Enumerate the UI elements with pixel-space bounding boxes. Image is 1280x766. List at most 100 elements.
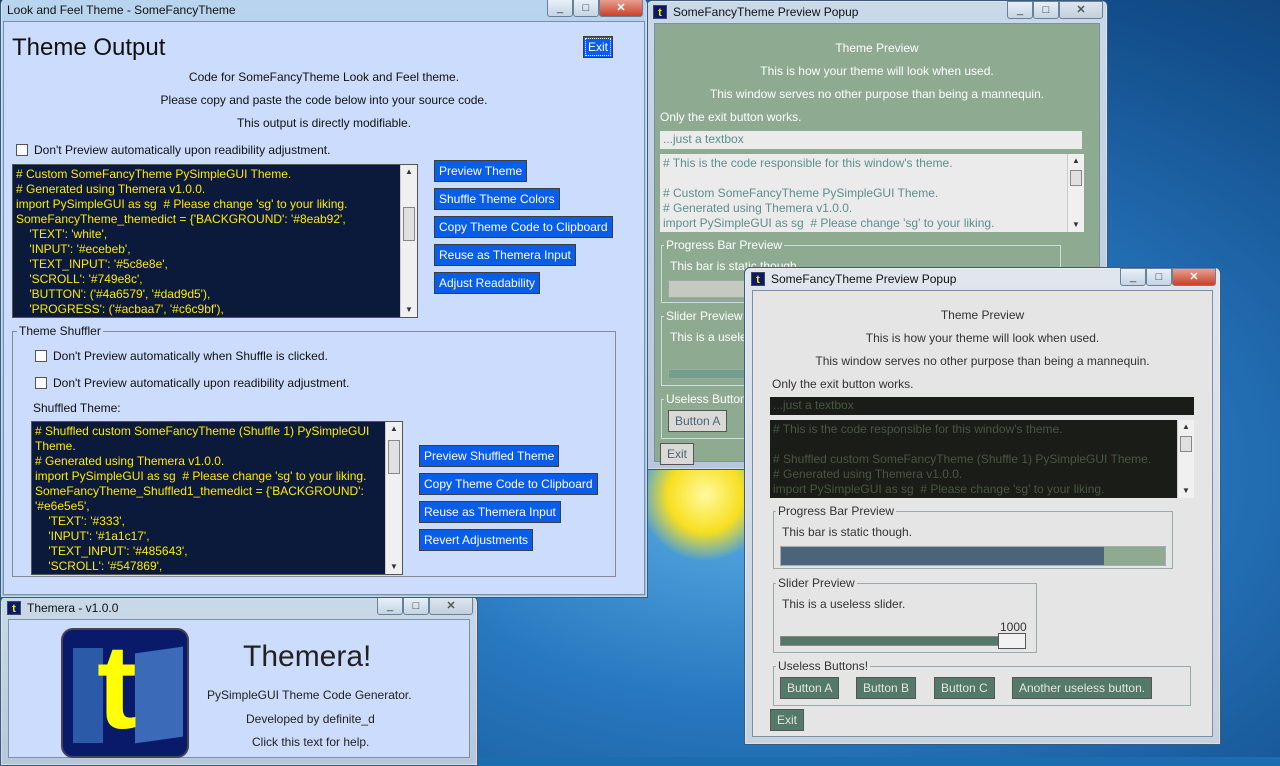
only-exit-text: Only the exit button works. <box>772 377 914 391</box>
scroll-up-icon[interactable]: ▲ <box>1178 420 1194 434</box>
logo-letter: t <box>97 628 137 754</box>
slider-track[interactable] <box>780 636 1026 646</box>
scroll-thumb[interactable] <box>388 440 400 474</box>
page-title: Theme Output <box>12 34 166 61</box>
shuffled-code-scrollbar[interactable]: ▲ ▼ <box>385 422 402 574</box>
minimize-icon[interactable]: _ <box>1120 268 1146 286</box>
preview-textbox[interactable]: ...just a textbox <box>770 397 1194 415</box>
copy-shuffled-code-button[interactable]: Copy Theme Code to Clipboard <box>419 473 598 495</box>
code-line: import PySimpleGUI as sg # Please change… <box>773 482 1105 496</box>
preview-front-exit-button[interactable]: Exit <box>770 709 805 731</box>
scroll-down-icon[interactable]: ▼ <box>386 560 402 574</box>
preview-back-titlebar[interactable]: t SomeFancyTheme Preview Popup _ □ ✕ <box>647 1 1107 23</box>
scroll-up-icon[interactable]: ▲ <box>401 165 417 179</box>
code-line: 'SCROLL': '#749e8c', <box>16 272 143 286</box>
preview-line1: This is how your theme will look when us… <box>865 331 1100 345</box>
minimize-icon[interactable]: _ <box>1007 1 1033 19</box>
preview-front-window: t SomeFancyTheme Preview Popup _ □ ✕ The… <box>744 267 1221 745</box>
button-a[interactable]: Button A <box>780 677 840 699</box>
scroll-down-icon[interactable]: ▼ <box>401 303 417 317</box>
scroll-thumb[interactable] <box>1180 436 1192 452</box>
scroll-down-icon[interactable]: ▼ <box>1178 484 1194 498</box>
theme-output-client: Theme Output Exit Code for SomeFancyThem… <box>3 21 645 595</box>
scroll-up-icon[interactable]: ▲ <box>1068 154 1084 168</box>
maximize-icon[interactable]: □ <box>403 597 429 615</box>
shuffled-code-box[interactable]: # Shuffled custom SomeFancyTheme (Shuffl… <box>31 421 403 575</box>
dont-preview-shuffle-checkbox[interactable] <box>35 350 47 362</box>
adjust-readability-button[interactable]: Adjust Readability <box>434 272 541 294</box>
output-line2: Please copy and paste the code below int… <box>160 93 488 107</box>
useless-buttons-label: Useless Buttons! <box>776 659 871 673</box>
preview-code-scrollbar[interactable]: ▲ ▼ <box>1177 420 1194 498</box>
maximize-icon[interactable]: □ <box>1033 1 1059 19</box>
maximize-icon[interactable]: □ <box>1146 268 1172 286</box>
preview-textbox[interactable]: ...just a textbox <box>660 131 1082 149</box>
exit-button[interactable]: Exit <box>583 36 614 58</box>
reuse-shuffled-as-input-button[interactable]: Reuse as Themera Input <box>419 501 561 523</box>
slider-frame: Slider Preview This is a useless slider.… <box>773 576 1037 653</box>
revert-adjustments-button[interactable]: Revert Adjustments <box>419 529 534 551</box>
themera-app-icon: t <box>7 601 21 615</box>
theme-code-scrollbar[interactable]: ▲ ▼ <box>400 165 417 317</box>
preview-code-text: # This is the code responsible for this … <box>770 420 1178 498</box>
code-line: 'TEXT': 'white', <box>16 227 108 241</box>
close-icon[interactable]: ✕ <box>1059 1 1103 19</box>
code-line: # This is the code responsible for this … <box>663 156 953 170</box>
scroll-down-icon[interactable]: ▼ <box>1068 218 1084 232</box>
slider-value: 1000 <box>1000 620 1027 634</box>
themera-titlebar[interactable]: t Themera - v1.0.0 _ □ ✕ <box>1 597 477 619</box>
preview-code-box[interactable]: # This is the code responsible for this … <box>660 154 1084 232</box>
preview-code-scrollbar[interactable]: ▲ ▼ <box>1067 154 1084 232</box>
button-c[interactable]: Button C <box>934 677 995 699</box>
code-line: 'SCROLL': '#547869', <box>35 559 163 573</box>
preview-front-client: Theme Preview This is how your theme wil… <box>752 290 1213 737</box>
output-line1: Code for SomeFancyTheme Look and Feel th… <box>188 70 460 84</box>
shuffled-code-text: # Shuffled custom SomeFancyTheme (Shuffl… <box>32 422 386 574</box>
code-line: # Custom SomeFancyTheme PySimpleGUI Them… <box>16 167 292 181</box>
button-a[interactable]: Button A <box>668 410 728 432</box>
dont-preview-shuffle-readability-checkbox[interactable] <box>35 377 47 389</box>
copy-theme-code-button[interactable]: Copy Theme Code to Clipboard <box>434 216 613 238</box>
theme-shuffler-frame: Theme Shuffler Don't Preview automatical… <box>12 324 616 577</box>
scroll-thumb[interactable] <box>1070 170 1082 186</box>
slider-text: This is a useless slider. <box>782 597 906 611</box>
close-icon[interactable]: ✕ <box>599 0 643 17</box>
preview-front-app-icon: t <box>751 272 765 286</box>
code-line: 'INPUT': '#ecebeb', <box>16 242 131 256</box>
preview-front-titlebar[interactable]: t SomeFancyTheme Preview Popup _ □ ✕ <box>745 268 1220 290</box>
close-icon[interactable]: ✕ <box>1172 268 1216 286</box>
reuse-as-input-button[interactable]: Reuse as Themera Input <box>434 244 576 266</box>
maximize-icon[interactable]: □ <box>573 0 599 17</box>
code-line: # Generated using Themera v1.0.0. <box>773 467 963 481</box>
close-icon[interactable]: ✕ <box>429 597 473 615</box>
only-exit-text: Only the exit button works. <box>660 110 802 124</box>
preview-shuffled-theme-button[interactable]: Preview Shuffled Theme <box>419 445 560 467</box>
minimize-icon[interactable]: _ <box>547 0 573 17</box>
preview-back-exit-button[interactable]: Exit <box>660 443 695 465</box>
theme-shuffler-label: Theme Shuffler <box>17 324 103 338</box>
button-b[interactable]: Button B <box>856 677 917 699</box>
progress-bar-fill <box>781 547 1104 565</box>
slider-handle[interactable] <box>998 633 1026 649</box>
themera-help-link[interactable]: Click this text for help. <box>252 735 369 749</box>
dont-preview-readability-checkbox[interactable] <box>16 144 28 156</box>
code-line: import PySimpleGUI as sg # Please change… <box>16 197 348 211</box>
preview-code-text: # This is the code responsible for this … <box>660 154 1068 232</box>
theme-output-titlebar[interactable]: Look and Feel Theme - SomeFancyTheme _ □… <box>1 0 647 21</box>
preview-code-box[interactable]: # This is the code responsible for this … <box>770 420 1194 498</box>
themera-subtitle: PySimpleGUI Theme Code Generator. <box>207 688 412 702</box>
theme-code-box[interactable]: # Custom SomeFancyTheme PySimpleGUI Them… <box>12 164 418 318</box>
themera-client: t Themera! PySimpleGUI Theme Code Genera… <box>8 619 470 758</box>
code-line: SomeFancyTheme_Shuffled1_themedict = {'B… <box>35 484 364 498</box>
another-useless-button[interactable]: Another useless button. <box>1012 677 1153 699</box>
preview-theme-button[interactable]: Preview Theme <box>434 160 528 182</box>
progress-bar <box>780 546 1166 566</box>
scroll-thumb[interactable] <box>403 207 415 241</box>
code-line: 'TEXT_INPUT': '#485643', <box>35 544 188 558</box>
code-line: import PySimpleGUI as sg # Please change… <box>35 469 367 483</box>
theme-preview-heading: Theme Preview <box>835 41 919 55</box>
scroll-up-icon[interactable]: ▲ <box>386 422 402 436</box>
minimize-icon[interactable]: _ <box>377 597 403 615</box>
shuffle-theme-colors-button[interactable]: Shuffle Theme Colors <box>434 188 560 210</box>
